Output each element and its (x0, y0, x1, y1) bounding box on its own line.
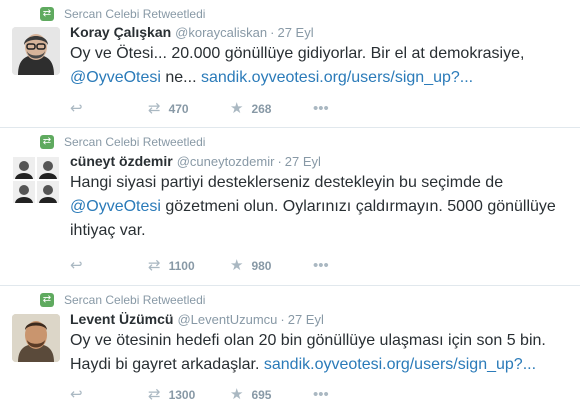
reply-icon: ↩ (70, 100, 83, 117)
tweet-text-line: ihtiyaç var. (70, 219, 570, 243)
retweet-context: ⇄ Sercan Celebi Retweetledi (40, 134, 205, 150)
retweet-icon: ⇄ (40, 293, 54, 307)
favorite-count: 695 (251, 388, 272, 402)
retweet-context: ⇄ Sercan Celebi Retweetledi (40, 6, 205, 22)
timestamp[interactable]: 27 Eyl (285, 154, 321, 169)
retweet-count: 1100 (168, 259, 195, 273)
tweet-text-line: Haydi bi gayret arkadaşlar. sandik.oyveo… (70, 353, 570, 377)
favorite-count: 980 (251, 259, 272, 273)
more-button[interactable]: ••• (313, 385, 329, 405)
mention-link[interactable]: @OyveOtesi (70, 69, 161, 86)
tweet-text-segment: ihtiyaç var. (70, 222, 146, 239)
separator-dot: · (280, 312, 285, 327)
tweet-text-segment: Hangi siyasi partiyi desteklerseniz dest… (70, 174, 504, 191)
fullname[interactable]: Koray Çalışkan (70, 24, 171, 40)
tweet[interactable]: ⇄ Sercan Celebi Retweetledi cüneyt özdem… (0, 128, 580, 286)
url-link[interactable]: sandik.oyveotesi.org/users/sign_up?... (264, 356, 536, 373)
fullname[interactable]: Levent Üzümcü (70, 311, 173, 327)
retweet-icon: ⇄ (148, 100, 161, 117)
more-button[interactable]: ••• (313, 99, 329, 119)
username[interactable]: @cuneytozdemir (177, 154, 275, 169)
separator-dot: · (277, 154, 282, 169)
retweet-context-text[interactable]: Sercan Celebi Retweetledi (64, 7, 205, 21)
tweet-text-line: Hangi siyasi partiyi desteklerseniz dest… (70, 171, 570, 195)
retweet-context-text[interactable]: Sercan Celebi Retweetledi (64, 293, 205, 307)
more-icon: ••• (313, 386, 329, 403)
tweet-actions: ↩ ⇄ 470 ★ 268 ••• (70, 99, 470, 119)
tweet-header: cüneyt özdemir @cuneytozdemir · 27 Eyl (70, 152, 321, 171)
tweet-text-segment: Haydi bi gayret arkadaşlar. (70, 356, 264, 373)
avatar[interactable] (12, 314, 60, 362)
more-icon: ••• (313, 257, 329, 274)
reply-button[interactable]: ↩ (70, 256, 83, 276)
timestamp[interactable]: 27 Eyl (288, 312, 324, 327)
tweet-text-segment: gözetmeni olun. Oylarınızı çaldırmayın. … (160, 198, 556, 215)
url-link[interactable]: sandik.oyveotesi.org/users/sign_up?... (201, 69, 473, 86)
tweet-text: Oy ve Ötesi... 20.000 gönüllüye gidiyorl… (70, 42, 570, 90)
favorite-button[interactable]: ★ 268 (230, 99, 271, 119)
username[interactable]: @koraycaliskan (175, 25, 267, 40)
tweet-actions: ↩ ⇄ 1100 ★ 980 ••• (70, 256, 470, 276)
reply-icon: ↩ (70, 257, 83, 274)
timeline: ⇄ Sercan Celebi Retweetledi Koray Çalışk… (0, 0, 580, 414)
tweet[interactable]: ⇄ Sercan Celebi Retweetledi Koray Çalışk… (0, 0, 580, 128)
reply-button[interactable]: ↩ (70, 385, 83, 405)
tweet-text: Oy ve ötesinin hedefi olan 20 bin gönüll… (70, 329, 570, 377)
timestamp[interactable]: 27 Eyl (277, 25, 313, 40)
avatar[interactable] (12, 156, 60, 204)
tweet-header: Levent Üzümcü @LeventUzumcu · 27 Eyl (70, 310, 324, 329)
more-icon: ••• (313, 100, 329, 117)
tweet-actions: ↩ ⇄ 1300 ★ 695 ••• (70, 385, 470, 405)
tweet-text-segment: Oy ve Ötesi... 20.000 gönüllüye gidiyorl… (70, 45, 525, 62)
mention-link[interactable]: @OyveOtesi (70, 198, 161, 215)
tweet[interactable]: ⇄ Sercan Celebi Retweetledi Levent Üzümc… (0, 286, 580, 414)
tweet-text-line: Oy ve ötesinin hedefi olan 20 bin gönüll… (70, 329, 570, 353)
retweet-count: 470 (168, 102, 189, 116)
avatar[interactable] (12, 27, 60, 75)
retweet-icon: ⇄ (40, 135, 54, 149)
tweet-text-segment: Oy ve ötesinin hedefi olan 20 bin gönüll… (70, 332, 546, 349)
more-button[interactable]: ••• (313, 256, 329, 276)
retweet-button[interactable]: ⇄ 1100 (148, 256, 195, 276)
retweet-icon: ⇄ (148, 386, 161, 403)
reply-button[interactable]: ↩ (70, 99, 83, 119)
separator-dot: · (270, 25, 275, 40)
star-icon: ★ (230, 100, 244, 117)
retweet-count: 1300 (168, 388, 196, 402)
tweet-text-line: @OyveOtesi gözetmeni olun. Oylarınızı ça… (70, 195, 570, 219)
tweet-text-line: @OyveOtesi ne... sandik.oyveotesi.org/us… (70, 66, 570, 90)
tweet-header: Koray Çalışkan @koraycaliskan · 27 Eyl (70, 23, 314, 42)
star-icon: ★ (230, 386, 244, 403)
favorite-count: 268 (251, 102, 272, 116)
retweet-icon: ⇄ (40, 7, 54, 21)
reply-icon: ↩ (70, 386, 83, 403)
fullname[interactable]: cüneyt özdemir (70, 153, 173, 169)
retweet-context-text[interactable]: Sercan Celebi Retweetledi (64, 135, 205, 149)
tweet-text-segment: ne... (160, 69, 201, 86)
star-icon: ★ (230, 257, 244, 274)
favorite-button[interactable]: ★ 695 (230, 385, 271, 405)
retweet-icon: ⇄ (148, 257, 161, 274)
retweet-context: ⇄ Sercan Celebi Retweetledi (40, 292, 205, 308)
retweet-button[interactable]: ⇄ 470 (148, 99, 189, 119)
favorite-button[interactable]: ★ 980 (230, 256, 271, 276)
tweet-text: Hangi siyasi partiyi desteklerseniz dest… (70, 171, 570, 243)
tweet-text-line: Oy ve Ötesi... 20.000 gönüllüye gidiyorl… (70, 42, 570, 66)
retweet-button[interactable]: ⇄ 1300 (148, 385, 195, 405)
username[interactable]: @LeventUzumcu (177, 312, 277, 327)
